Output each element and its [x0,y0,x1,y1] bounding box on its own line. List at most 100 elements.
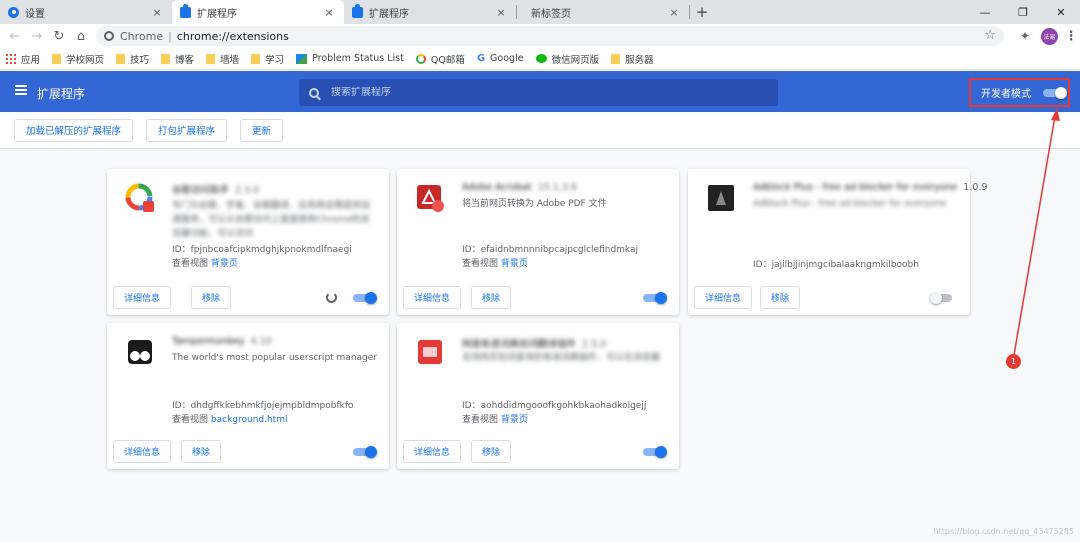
bookmark-label: Problem Status List [312,53,404,64]
new-tab-button[interactable]: + [690,0,714,24]
bookmark-label: 技巧 [130,54,150,66]
bookmark-folder[interactable]: 学习 [251,52,284,66]
extension-description: 将当前网页转换为 Adobe PDF 文件 [462,199,607,209]
folder-icon [206,53,216,64]
browser-toolbar: ← → ↻ ⌂ Chrome | chrome://extensions ☆ ✦… [0,24,1080,48]
bookmark-apps[interactable]: 应用 [6,52,40,66]
remove-button[interactable]: 移除 [760,286,801,309]
bookmark-wechat[interactable]: 微信网页版 [535,52,599,66]
enable-toggle[interactable] [353,292,377,304]
enable-toggle[interactable] [643,292,667,304]
extension-card: 网易有道词典划词翻译插件 2.5.0 支持网页划词查询的有道词典插件，可以在浏览器… [397,323,679,469]
developer-mode-highlight: 开发者模式 [969,78,1070,107]
minimize-button[interactable]: — [966,0,1004,24]
folder-icon [161,53,171,64]
extension-id: ID：jajilbjjinjmgcibalaakngmkilboobh [753,260,919,270]
kebab-menu-icon[interactable]: ⋮ [1062,29,1080,44]
home-icon[interactable]: ⌂ [70,25,92,47]
extension-name: Adobe Acrobat 15.1.3.6 [462,182,577,193]
bookmark-label: 博客 [175,54,195,66]
apps-grid-icon [6,53,16,64]
tab-settings[interactable]: 设置 × [0,0,172,24]
bookmark-label: 应用 [21,54,41,66]
update-button[interactable]: 更新 [240,118,284,142]
folder-icon [52,53,62,64]
extension-description: 支持网页划词查询的有道词典插件，可以在浏览器中实现鼠标取词 [462,353,661,363]
tab-strip: 设置 × 扩展程序 × 扩展程序 × 新标签页 × + — ❐ ✕ [0,0,1080,24]
developer-mode-toggle[interactable] [1043,86,1067,99]
remove-button[interactable]: 移除 [471,440,512,463]
extensions-puzzle-icon[interactable]: ✦ [1013,29,1037,43]
watermark: https://blog.csdn.net/qq_43475285 [933,527,1074,536]
extension-id: ID：efaidnbmnnnibpcajpcglclefindmkaj [462,245,638,255]
gear-icon [8,6,19,18]
google-access-helper-icon [125,183,154,212]
bookmark-folder[interactable]: 博客 [161,52,194,66]
inspect-views: 查看视图 背景页 [462,415,528,425]
load-unpacked-button[interactable]: 加载已解压的扩展程序 [14,118,134,142]
close-icon[interactable]: × [150,6,164,19]
omnibox-separator: | [168,29,172,43]
bookmark-folder[interactable]: 墙墙 [206,52,239,66]
forward-arrow-icon[interactable]: → [26,25,48,47]
restore-button[interactable]: ❐ [1004,0,1042,24]
close-icon[interactable]: × [494,6,508,19]
search-icon [309,87,319,98]
adblock-plus-icon [708,185,734,211]
background-page-link[interactable]: 背景页 [501,415,528,425]
google-icon: G [476,53,486,64]
search-input[interactable] [331,87,751,98]
extension-card: Tampermonkey 4.10 The world's most popula… [107,323,389,469]
background-page-link[interactable]: 背景页 [501,259,528,269]
close-icon[interactable]: × [667,6,681,19]
back-arrow-icon[interactable]: ← [4,25,26,47]
action-bar: 加载已解压的扩展程序 打包扩展程序 更新 [0,112,1080,149]
wechat-icon [535,54,547,63]
inspect-views: 查看视图 background.html [172,415,288,425]
folder-icon [251,53,261,64]
bookmark-google[interactable]: G Google [477,53,524,64]
background-page-link[interactable]: background.html [211,415,288,425]
reload-icon[interactable]: ↻ [48,25,70,47]
pack-extension-button[interactable]: 打包扩展程序 [146,118,228,142]
omnibox-scheme: Chrome [120,29,164,43]
avatar[interactable]: 法易 [1041,27,1058,45]
details-button[interactable]: 详细信息 [113,440,172,463]
remove-button[interactable]: 移除 [191,286,232,309]
reload-icon[interactable] [326,292,337,303]
close-window-button[interactable]: ✕ [1042,0,1080,24]
remove-button[interactable]: 移除 [181,440,222,463]
hamburger-menu-icon[interactable] [15,85,27,95]
developer-mode-label: 开发者模式 [981,89,1031,100]
tab-new-tab-page[interactable]: 新标签页 × [517,0,689,24]
details-button[interactable]: 详细信息 [403,286,462,309]
details-button[interactable]: 详细信息 [403,440,462,463]
bookmark-label: 学校网页 [66,54,105,66]
enable-toggle[interactable] [930,292,954,304]
bookmark-problem-status[interactable]: Problem Status List [296,53,404,64]
extensions-header: 扩展程序 开发者模式 [0,71,1080,112]
bookmark-folder[interactable]: 技巧 [116,52,149,66]
tab-extensions[interactable]: 扩展程序 × [344,0,516,24]
bookmark-star-icon[interactable]: ☆ [984,28,996,43]
extension-card: 谷歌访问助手 2.3.0 专门为谷歌、学者、谷歌翻译、应用商店等提供加速服务，可以… [107,169,389,315]
remove-button[interactable]: 移除 [471,286,512,309]
tab-extensions-active[interactable]: 扩展程序 × [172,0,344,24]
inspect-views: 查看视图 背景页 [172,259,238,269]
qq-mail-icon [415,53,426,64]
bookmark-qq-mail[interactable]: QQ邮箱 [415,52,465,66]
bookmark-folder[interactable]: 服务器 [611,52,654,66]
bookmark-folder[interactable]: 学校网页 [52,52,104,66]
background-page-link[interactable]: 背景页 [211,259,238,269]
youdao-dictionary-icon [418,340,442,364]
enable-toggle[interactable] [643,446,667,458]
enable-toggle[interactable] [353,446,377,458]
details-button[interactable]: 详细信息 [694,286,753,309]
details-button[interactable]: 详细信息 [113,286,172,309]
address-bar[interactable]: Chrome | chrome://extensions ☆ [96,26,1004,46]
close-icon[interactable]: × [322,6,336,19]
extension-description: Adblock Plus - free ad blocker for every… [753,199,947,209]
tab-title: 新标签页 [531,8,571,20]
window-controls: — ❐ ✕ [966,0,1080,24]
extension-card: Adblock Plus - free ad blocker for every… [688,169,987,315]
